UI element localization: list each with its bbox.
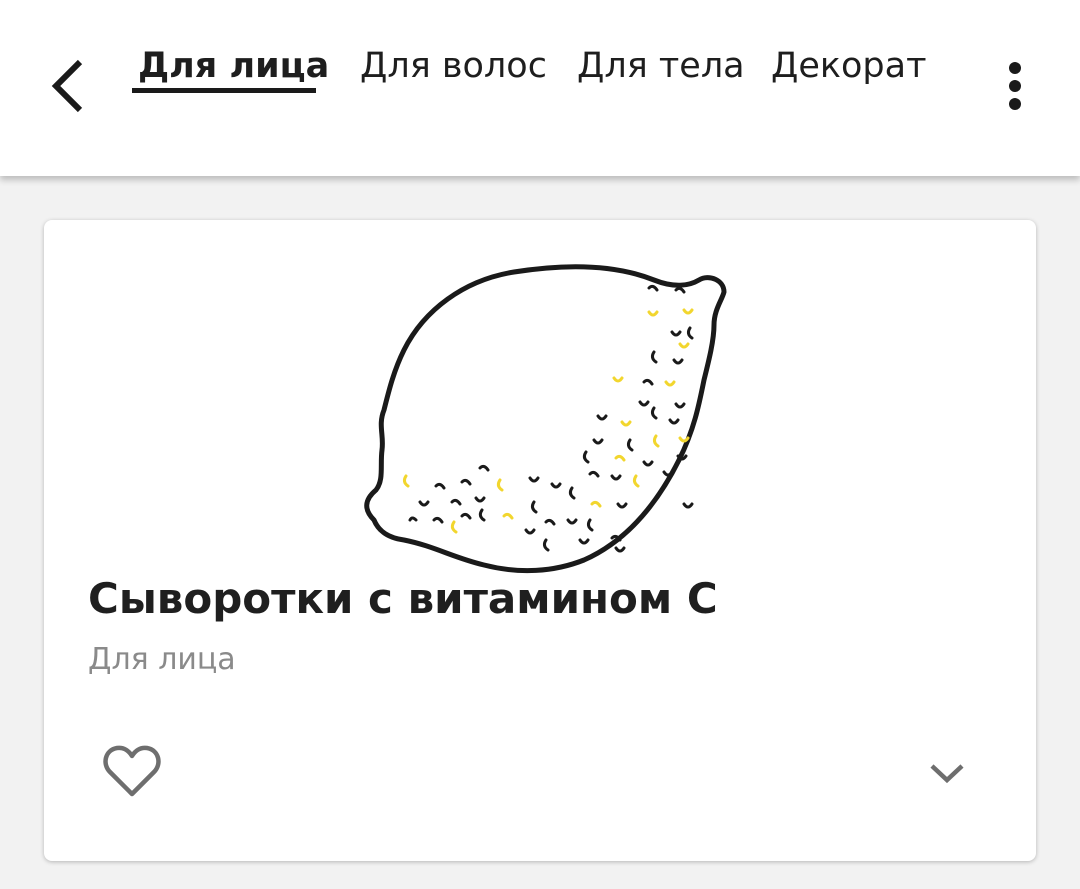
product-card[interactable]: Сыворотки с витамином С Для лица <box>44 220 1036 861</box>
favorite-button[interactable] <box>94 738 170 808</box>
tab-decorative[interactable]: Декорати <box>767 44 928 88</box>
tab-hair[interactable]: Для волос <box>356 44 551 88</box>
active-tab-indicator <box>132 88 316 93</box>
more-options-button[interactable] <box>990 60 1040 116</box>
lemon-illustration <box>354 240 734 580</box>
category-tabs: Для лица Для волос Для тела Декорати <box>120 30 928 110</box>
expand-button[interactable] <box>916 750 978 800</box>
card-category: Для лица <box>88 642 236 677</box>
top-app-bar: Для лица Для волос Для тела Декорати <box>0 0 1080 176</box>
card-title: Сыворотки с витамином С <box>88 574 718 623</box>
heart-outline-icon <box>103 744 161 802</box>
tab-body[interactable]: Для тела <box>573 44 749 88</box>
chevron-left-icon <box>48 56 88 120</box>
more-vertical-icon <box>1007 61 1023 115</box>
back-button[interactable] <box>30 50 106 126</box>
tab-face[interactable]: Для лица <box>134 44 333 88</box>
chevron-down-icon <box>929 762 965 788</box>
